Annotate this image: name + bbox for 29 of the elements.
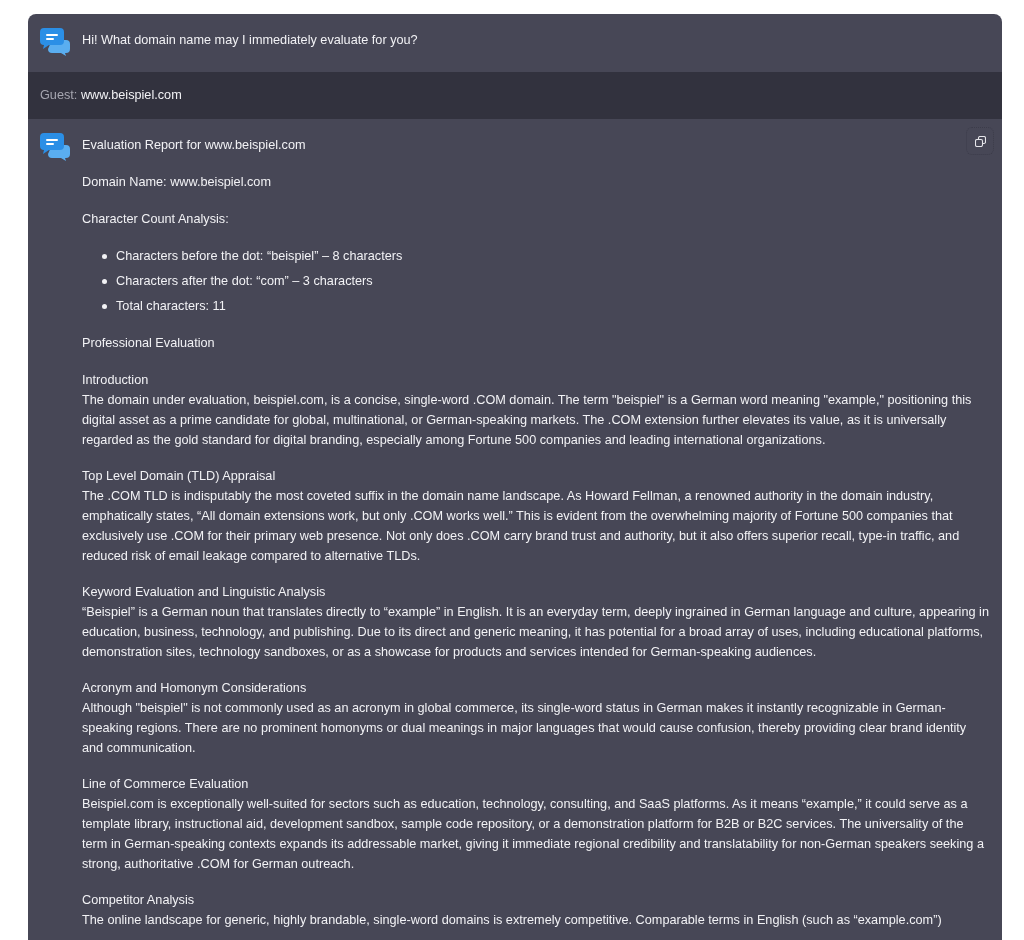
paragraph: Beispiel.com is exceptionally well-suited for sectors such as education, technology, consulting, and SaaS platforms. As it means “example,” it could serve as a template library, instructional aid, development sandbox, sample code repository, or a demonstration platform for B2B or B2C services. The universality of the term in German-speaking contexts expands its addressable market, giving it immediate regional credibility and translatability for non-German speakers seeking a strong, authoritative .COM for German outreach. [82,796,985,873]
message-text: Hi! What domain name may I immediately evaluate for you? [82,32,418,49]
paragraph: The domain under evaluation, beispiel.com, is a concise, single-word .COM domain. The term "beispiel" is a German word meaning "example," positioning this digital asset as a prime candidate for global, multinational, or German-speaking markets. The .COM extension further elevates its value, as it is universally regarded as the gold standard for digital branding, especially among Fortune 500 companies and leading international organizations. [82,392,973,449]
section-heading: Keyword Evaluation and Linguistic Analysis [82,584,327,601]
chat-bubble-icon [40,28,70,56]
message-text: Character Count Analysis: [82,211,229,228]
message-text: Domain Name: www.beispiel.com [82,174,271,191]
section-heading: Acronym and Homonym Considerations [82,680,308,697]
list-item: Total characters: 11 [116,298,226,315]
sender-label: Guest: [40,88,78,102]
message-text: Evaluation Report for www.beispiel.com [82,137,306,154]
message-text: Professional Evaluation [82,335,215,352]
paragraph: “Beispiel” is a German noun that translates directly to “example” in English. It is an everyday term, deeply ingrained in German language and culture, appearing in education, business, technology, and publishing. Due to its direct and generic meaning, it has potential for a broad array of uses, including educational platforms, demonstration sites, technology sandboxes, or as a showcase for products and services intended for German-speaking audiences. [82,604,990,661]
section-heading: Line of Commerce Evaluation [82,776,250,793]
list-item: Characters before the dot: “beispiel” – 8 characters [116,248,403,265]
paragraph: The online landscape for generic, highly brandable, single-word domains is extremely competitive. Comparable terms in English (such as “example.com”) [82,912,943,929]
bullet-icon [102,278,107,284]
section-heading: Introduction [82,372,150,389]
chat-bubble-icon [40,133,70,161]
list-item: Characters after the dot: “com” – 3 characters [116,273,373,290]
section-heading: Competitor Analysis [82,892,196,909]
bullet-icon [102,303,107,309]
bullet-icon [102,253,107,259]
section-heading: Top Level Domain (TLD) Appraisal [82,468,277,485]
copy-button[interactable] [966,127,994,155]
paragraph: The .COM TLD is indisputably the most coveted suffix in the domain name landscape. As Howard Fellman, a renowned authority in the domain industry, emphatically states, “All domain extensions work, but only .COM works well.” This is evident from the overwhelming majority of Fortune 500 companies that exclusively use .COM for their primary web presence. Not only does .COM carry brand trust and authority, but it also offers superior recall, type-in traffic, and reduced risk of email leakage compared to alternative TLDs. [82,488,961,565]
paragraph: Although "beispiel" is not commonly used as an acronym in global commerce, its single-word status in German makes it instantly recognizable in German-speaking regions. There are no prominent homonyms or dual meanings in major languages that would cause confusion, thereby providing clear brand identity and communication. [82,700,968,757]
copy-icon [974,135,986,147]
message-text: www.beispiel.com [80,88,182,102]
